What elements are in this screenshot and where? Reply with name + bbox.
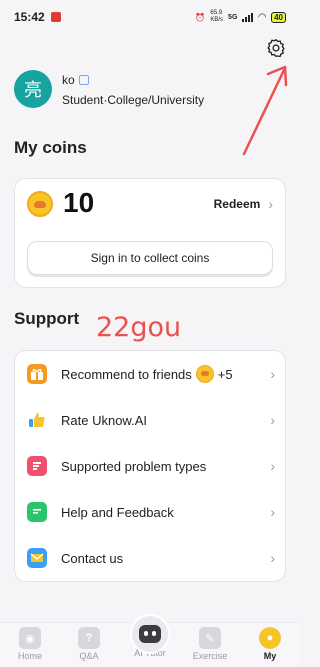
chevron-right-icon: › bbox=[270, 458, 275, 474]
mail-icon bbox=[27, 548, 47, 568]
annotation-arrow bbox=[242, 65, 288, 156]
nav-home[interactable]: ◉ Home bbox=[1, 627, 59, 661]
camera-icon: ◉ bbox=[19, 627, 41, 649]
coin-count: 10 bbox=[63, 187, 95, 218]
wifi-icon: ◠ bbox=[258, 11, 267, 23]
support-card: Recommend to friends +5 › Rate Uknow.AI … bbox=[14, 350, 286, 582]
gift-icon bbox=[27, 364, 47, 384]
chevron-right-icon: › bbox=[270, 412, 275, 428]
battery-icon: 40 bbox=[271, 11, 286, 23]
notification-app-icon bbox=[50, 12, 61, 22]
robot-icon bbox=[139, 625, 161, 643]
support-item-recommend[interactable]: Recommend to friends +5 › bbox=[15, 351, 287, 397]
settings-button[interactable] bbox=[264, 36, 288, 60]
question-icon: ? bbox=[78, 627, 100, 649]
support-item-label: Help and Feedback bbox=[61, 504, 174, 520]
nav-label: Exercise bbox=[192, 651, 228, 661]
gear-icon bbox=[267, 39, 285, 58]
network-type: 5G bbox=[228, 13, 238, 21]
profile-role: Student·College/University bbox=[62, 93, 205, 107]
overlay-text: 22gou bbox=[96, 312, 182, 343]
status-time: 15:42 bbox=[14, 10, 45, 24]
profile-name: ko bbox=[62, 73, 75, 87]
support-item-label: Rate Uknow.AI bbox=[61, 412, 147, 428]
support-item-contact[interactable]: Contact us › bbox=[15, 535, 287, 581]
support-item-label: Recommend to friends bbox=[61, 366, 192, 382]
bonus-badge: +5 bbox=[217, 366, 233, 382]
coin-icon bbox=[195, 365, 214, 383]
profile-icon: ● bbox=[259, 627, 281, 649]
nav-label: Home bbox=[17, 651, 42, 661]
ai-tutor-button[interactable] bbox=[130, 614, 170, 654]
signal-icon bbox=[242, 12, 254, 22]
chevron-right-icon: › bbox=[270, 550, 275, 566]
profile-name-row[interactable]: ko bbox=[62, 73, 89, 87]
support-item-help-feedback[interactable]: Help and Feedback › bbox=[15, 489, 287, 535]
support-item-label: Contact us bbox=[61, 550, 124, 566]
pencil-icon: ✎ bbox=[199, 627, 221, 649]
avatar[interactable]: 亮 bbox=[14, 70, 52, 108]
alarm-icon: ⏰ bbox=[195, 12, 206, 22]
nav-my[interactable]: ● My bbox=[241, 627, 299, 661]
network-speed: 65.9 KB/s bbox=[210, 10, 224, 23]
sign-in-collect-coins-button[interactable]: Sign in to collect coins bbox=[27, 241, 273, 275]
chevron-right-icon: › bbox=[270, 366, 275, 382]
chat-icon bbox=[27, 502, 47, 522]
redeem-label: Redeem bbox=[213, 197, 261, 211]
redeem-button[interactable]: Redeem › bbox=[214, 196, 273, 212]
chevron-right-icon: › bbox=[270, 504, 275, 520]
nav-label: Q&A bbox=[79, 651, 99, 661]
nav-qa[interactable]: ? Q&A bbox=[60, 627, 118, 661]
thumbs-up-icon bbox=[27, 410, 47, 430]
nav-exercise[interactable]: ✎ Exercise bbox=[181, 627, 239, 661]
support-item-rate[interactable]: Rate Uknow.AI › bbox=[15, 397, 287, 443]
chevron-right-icon: › bbox=[268, 196, 273, 212]
coins-card: 10 Redeem › Sign in to collect coins bbox=[14, 178, 286, 288]
list-icon bbox=[27, 456, 47, 476]
edit-icon[interactable] bbox=[78, 75, 89, 85]
nav-label: My bbox=[263, 651, 277, 661]
coin-icon bbox=[27, 191, 53, 217]
section-title-support: Support bbox=[14, 309, 80, 328]
support-item-label: Supported problem types bbox=[61, 458, 207, 474]
support-item-problem-types[interactable]: Supported problem types › bbox=[15, 443, 287, 489]
status-bar: 15:42 ⏰ 65.9 KB/s 5G ◠ 40 bbox=[0, 0, 300, 34]
section-title-coins: My coins bbox=[14, 138, 87, 157]
